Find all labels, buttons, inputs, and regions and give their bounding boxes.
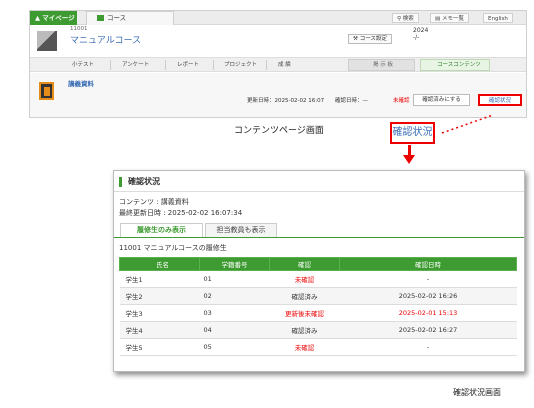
table-row: 学生2 02 確認済み 2025-02-02 16:26 [119,287,517,305]
confirm-status: 確認済み [269,321,340,339]
updated-datetime: 更新日時：2025-02-02 16:07 [247,98,325,104]
table-title: 11001 マニュアルコースの履修生 [119,244,227,252]
student-name: 学生5 [119,338,200,356]
confirmed-datetime: 確認日時：— [335,98,369,104]
student-name: 学生2 [119,287,200,305]
panel-title: 確認状況 [119,177,160,187]
tab-students-only[interactable]: 履修生のみ表示 [120,223,203,237]
divider [114,191,524,192]
nav-divider [213,60,214,70]
table-row: 学生3 03 更新後未確認 2025-02-01 15:13 [119,304,517,322]
wrench-icon: ⚒ [353,36,360,42]
search-button[interactable]: ⚲ 検索 [392,13,419,23]
nav-report[interactable]: レポート [177,58,199,72]
student-id: 05 [199,338,270,356]
nav-project[interactable]: プロジェクト [224,58,257,72]
nav-grades[interactable]: 成 績 [278,58,291,72]
tab-mypage[interactable]: ▲ マイページ [30,11,77,25]
confirm-status: 更新後未確認 [269,304,340,322]
table-row: 学生4 04 確認済み 2025-02-02 16:27 [119,321,517,339]
memo-list-button[interactable]: ▤ メモ一覧 [430,13,469,23]
confirmation-status-zoom: 確認状況 [390,122,435,144]
dotted-connector [441,114,494,134]
nav-divider [165,60,166,70]
status-unconfirmed: 未確認 [393,98,410,104]
nav-bulletin-board[interactable]: 掲 示 板 [348,59,415,71]
student-id: 03 [199,304,270,322]
caption-content-page: コンテンツページ画面 [234,126,324,136]
header-student-id: 学籍番号 [199,257,270,271]
confirm-status: 確認済み [269,287,340,305]
course-name[interactable]: マニュアルコース [70,33,141,46]
confirmed-at: 2025-02-02 16:26 [339,287,517,305]
content-name: コンテンツ : 講義資料 [119,198,189,206]
header-confirmation: 確認 [269,257,340,271]
table-header-row: 氏名 学籍番号 確認 確認日時 [119,257,517,271]
confirm-status: 未確認 [269,270,340,288]
document-title[interactable]: 講義資料 [68,78,94,88]
header-confirmed-at: 確認日時 [339,257,517,271]
arrow-down-icon [403,155,415,164]
student-name: 学生3 [119,304,200,322]
student-id: 02 [199,287,270,305]
nav-divider [266,60,267,70]
nav-quiz[interactable]: 小テスト [72,58,94,72]
course-logo [37,31,57,51]
memo-icon: ▤ [435,16,442,22]
course-settings-button[interactable]: ⚒ コース設定 [348,34,392,44]
course-year: 2024 -/- [413,27,429,41]
tab-underline [114,237,524,238]
confirmation-status-button[interactable]: 確認状況 [478,94,522,106]
nav-course-contents[interactable]: コースコンテンツ [420,59,490,71]
confirmed-at: 2025-02-02 16:27 [339,321,517,339]
course-id: 11001 [70,26,88,32]
confirmed-at: 2025-02-01 15:13 [339,304,517,322]
student-name: 学生1 [119,270,200,288]
confirm-status: 未確認 [269,338,340,356]
table-row: 学生5 05 未確認 - [119,338,517,356]
flag-icon [97,15,104,21]
header-name: 氏名 [119,257,200,271]
nav-survey[interactable]: アンケート [122,58,149,72]
confirmed-at: - [339,270,517,288]
content-page-screenshot: ▲ マイページ コース ⚲ 検索 ▤ メモ一覧 English 11001 マニ… [29,10,527,118]
confirmed-at: - [339,338,517,356]
book-icon [39,82,54,100]
last-updated: 最終更新日時 : 2025-02-02 16:07:34 [119,209,243,217]
student-id: 01 [199,270,270,288]
nav-divider [110,60,111,70]
table-row: 学生1 01 未確認 - [119,270,517,288]
tab-include-teachers[interactable]: 担当教員も表示 [205,223,277,237]
student-name: 学生4 [119,321,200,339]
caption-status-page: 確認状況画面 [453,388,501,397]
mark-confirmed-button[interactable]: 確認済みにする [413,94,470,106]
student-id: 04 [199,321,270,339]
english-button[interactable]: English [483,13,513,23]
tab-course[interactable]: コース [86,11,174,25]
students-table: 氏名 学籍番号 確認 確認日時 学生1 01 未確認 - 学生2 02 確認済み… [119,257,517,356]
confirmation-status-panel: 確認状況 コンテンツ : 講義資料 最終更新日時 : 2025-02-02 16… [113,170,525,372]
